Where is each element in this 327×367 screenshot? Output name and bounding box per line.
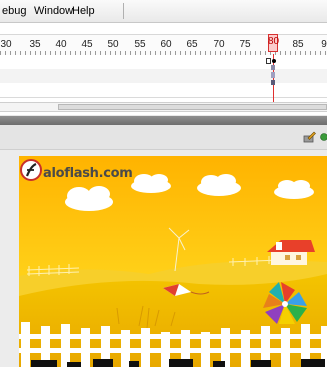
keyframe-icon[interactable]: [272, 59, 276, 63]
frame-cell[interactable]: [271, 72, 275, 78]
scrollbar-thumb[interactable]: [58, 104, 327, 110]
ruler-label: 45: [81, 39, 93, 50]
ruler-label: 9: [321, 39, 327, 50]
menu-window[interactable]: Window: [34, 5, 73, 17]
ruler-label: 55: [134, 39, 146, 50]
timeline-top-row: [0, 23, 327, 34]
edit-scene-icon[interactable]: [303, 130, 316, 143]
ruler-label: 65: [186, 39, 198, 50]
ruler-label: 40: [55, 39, 67, 50]
timeline-scrollbar[interactable]: [0, 102, 327, 112]
cloud: [197, 174, 241, 196]
stage-artwork[interactable]: aloflash.com: [19, 156, 327, 367]
stage-area[interactable]: aloflash.com: [0, 150, 327, 367]
ruler-label: 50: [107, 39, 119, 50]
ruler-label: 35: [29, 39, 41, 50]
panel-divider[interactable]: [0, 116, 327, 125]
ruler-label: 75: [239, 39, 251, 50]
menu-separator: [123, 3, 124, 19]
layer-row[interactable]: [0, 55, 327, 70]
brand-watermark: aloflash.com: [43, 166, 133, 181]
menu-help[interactable]: Help: [72, 5, 95, 17]
flash-logo-icon: [20, 159, 42, 181]
ruler-label: 60: [160, 39, 172, 50]
scene-illustration: [19, 156, 327, 367]
cloud: [131, 174, 171, 193]
ruler-label: 30: [0, 39, 12, 50]
cloud: [274, 180, 314, 199]
menu-bar: ebug Window Help: [0, 0, 327, 23]
frame-cell[interactable]: [271, 65, 275, 70]
edit-symbols-icon[interactable]: [320, 131, 327, 143]
menu-debug[interactable]: ebug: [2, 5, 26, 17]
ruler-label: 85: [292, 39, 304, 50]
empty-keyframe-icon[interactable]: [266, 58, 271, 64]
layer-row[interactable]: [0, 69, 327, 84]
ruler-label: 70: [213, 39, 225, 50]
layer-row[interactable]: [0, 83, 327, 98]
stage-toolbar: [0, 125, 327, 150]
current-frame-label: 80: [268, 36, 280, 47]
frame-cell[interactable]: [271, 80, 275, 85]
